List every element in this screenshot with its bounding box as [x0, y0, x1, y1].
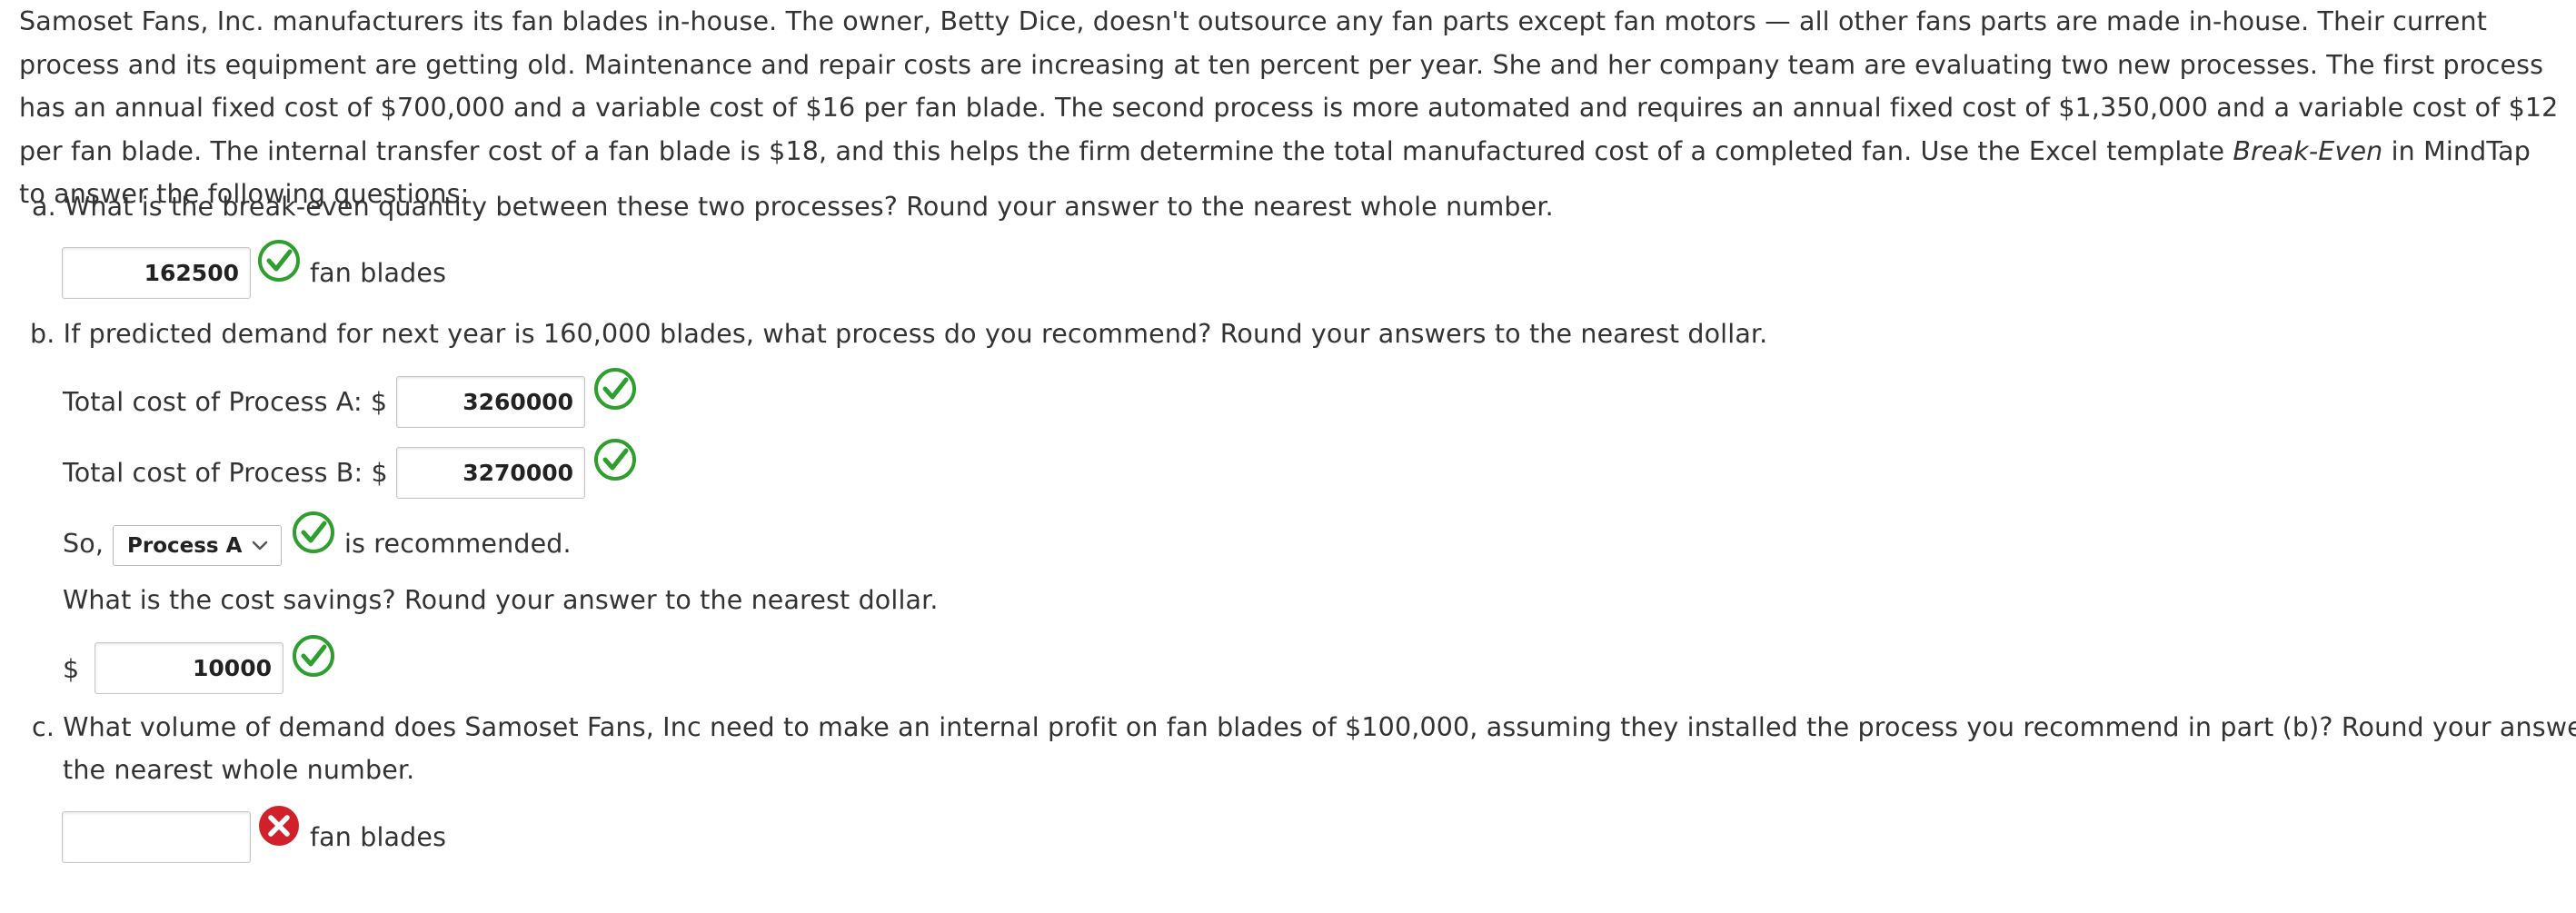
- problem-text-before: Samoset Fans, Inc. manufacturers its fan…: [19, 6, 2559, 166]
- problem-page: Samoset Fans, Inc. manufacturers its fan…: [0, 0, 2576, 913]
- part-a-unit: fan blades: [310, 258, 447, 288]
- part-c-answer-input[interactable]: [62, 811, 251, 863]
- part-c-question-line2: the nearest whole number.: [63, 755, 415, 785]
- so-suffix: is recommended.: [344, 529, 572, 559]
- part-a-question: a. What is the break-even quantity betwe…: [32, 192, 1554, 222]
- check-circle-icon: [594, 368, 636, 410]
- check-circle-icon: [258, 240, 300, 282]
- check-circle-icon: [594, 439, 636, 481]
- part-a-answer-input[interactable]: 162500: [62, 247, 251, 299]
- check-circle-icon: [293, 635, 334, 677]
- process-select-value: Process A: [127, 533, 243, 558]
- part-b-question: b. If predicted demand for next year is …: [30, 319, 1768, 349]
- cost-a-input[interactable]: 3260000: [396, 376, 585, 428]
- so-prefix: So,: [63, 529, 104, 559]
- part-c-question-line1: c. What volume of demand does Samoset Fa…: [32, 712, 2576, 742]
- x-circle-icon: [259, 806, 299, 846]
- process-select[interactable]: Process A: [113, 525, 282, 566]
- cost-a-label: Total cost of Process A: $: [63, 387, 388, 417]
- savings-question: What is the cost savings? Round your ans…: [63, 585, 939, 615]
- template-name: Break-Even: [2233, 135, 2383, 166]
- cost-b-input[interactable]: 3270000: [396, 447, 585, 499]
- check-circle-icon: [293, 511, 334, 553]
- problem-statement: Samoset Fans, Inc. manufacturers its fan…: [19, 0, 2563, 216]
- cost-b-label: Total cost of Process B: $: [63, 458, 388, 488]
- part-c-unit: fan blades: [310, 822, 447, 852]
- savings-input[interactable]: 10000: [94, 642, 283, 694]
- savings-currency: $: [63, 654, 80, 684]
- chevron-down-icon: [252, 541, 268, 551]
